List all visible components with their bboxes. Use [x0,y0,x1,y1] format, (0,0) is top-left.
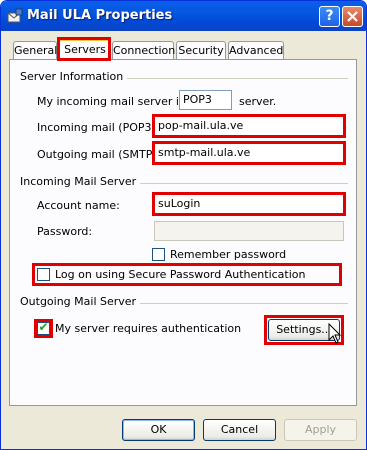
auth-required-label: My server requires authentication [55,322,242,335]
outgoing-server-label: Outgoing mail (SMTP): [37,148,161,161]
auth-required-checkbox[interactable]: ✔ [37,320,50,335]
server-info-heading: Server Information [20,70,128,83]
remember-password-label: Remember password [170,248,287,261]
apply-button[interactable]: Apply [284,419,357,441]
tab-connection[interactable]: Connection [112,41,175,60]
incoming-server-label: Incoming mail (POP3): [37,121,160,134]
remember-password-checkbox[interactable] [152,248,165,261]
incoming-type-field: POP3 [179,90,232,110]
checkmark-icon: ✔ [38,320,49,334]
spa-checkbox[interactable] [37,268,50,281]
incoming-server-heading: Incoming Mail Server [20,175,141,188]
password-input[interactable] [154,221,344,241]
tab-general[interactable]: General [13,41,57,60]
account-name-input[interactable]: suLogin [154,194,344,214]
incoming-type-prefix: My incoming mail server is a [37,95,195,108]
mouse-pointer-icon [328,323,342,344]
ok-button[interactable]: OK [122,419,195,441]
mail-account-icon [7,8,23,23]
help-button[interactable]: ? [319,6,340,27]
outgoing-server-input[interactable]: smtp-mail.ula.ve [154,143,344,163]
properties-dialog: Mail ULA Properties ? General Servers Co… [0,0,367,450]
window-title: Mail ULA Properties [27,8,173,23]
tab-advanced[interactable]: Advanced [228,41,284,60]
incoming-type-suffix: server. [239,95,277,108]
close-icon [347,11,358,22]
close-button[interactable] [342,6,363,27]
account-name-label: Account name: [37,199,120,212]
servers-panel: Server Information My incoming mail serv… [9,59,357,406]
cancel-button[interactable]: Cancel [203,419,276,441]
password-label: Password: [37,225,93,238]
incoming-server-input[interactable]: pop-mail.ula.ve [154,116,344,136]
outgoing-server-heading: Outgoing Mail Server [20,295,141,308]
spa-label: Log on using Secure Password Authenticat… [55,268,306,281]
title-bar[interactable]: Mail ULA Properties ? [1,1,366,31]
help-icon: ? [325,8,334,24]
tab-security[interactable]: Security [176,41,226,60]
tab-servers[interactable]: Servers [59,39,111,61]
